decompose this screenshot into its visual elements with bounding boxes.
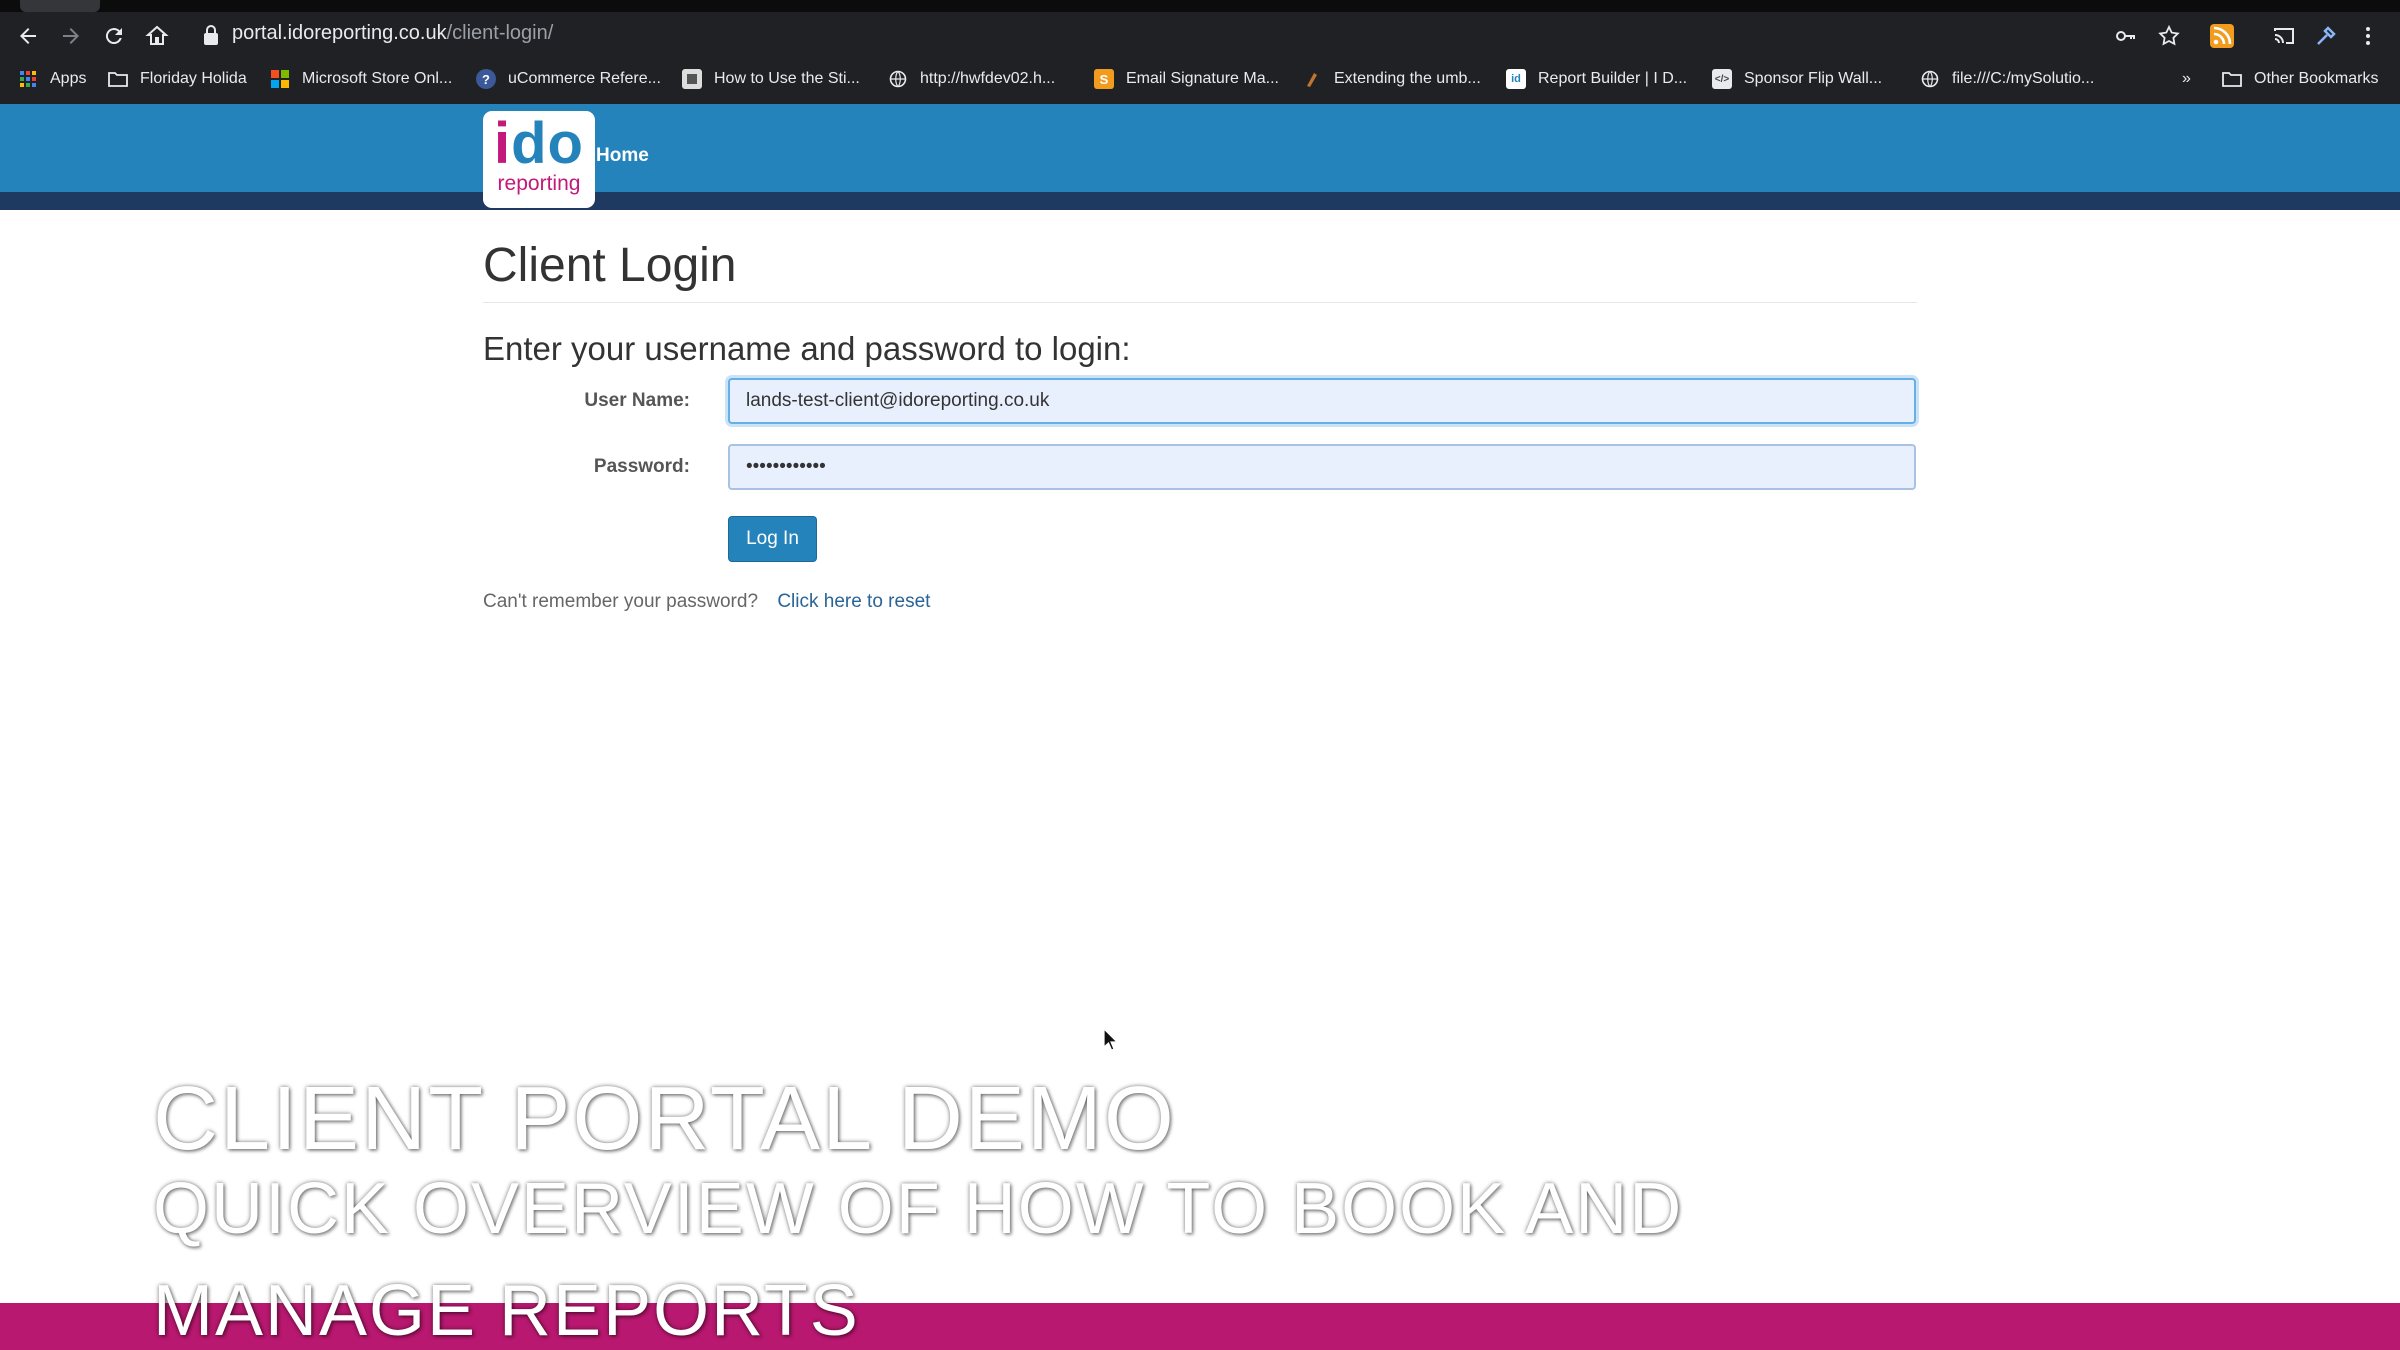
bookmark-item[interactable]: file:///C:/mySolutio... — [1920, 66, 2094, 92]
bookmark-item[interactable]: http://hwfdev02.h... — [888, 66, 1055, 92]
back-button[interactable] — [12, 20, 44, 52]
code-icon: </> — [1712, 69, 1732, 89]
bookmark-label: file:///C:/mySolutio... — [1952, 70, 2095, 87]
title-divider — [483, 302, 1917, 303]
logo-wordmark: ido — [483, 115, 595, 173]
other-bookmarks[interactable]: Other Bookmarks — [2222, 66, 2378, 92]
home-button[interactable] — [141, 20, 173, 52]
bookmark-item[interactable]: Extending the umb... — [1302, 66, 1481, 92]
rss-extension-button[interactable] — [2210, 20, 2234, 52]
tab-strip — [0, 0, 2400, 12]
umbraco-icon — [1302, 69, 1322, 89]
arrow-left-icon — [20, 28, 36, 44]
eyedropper-icon — [2317, 26, 2336, 45]
active-tab[interactable] — [20, 0, 100, 12]
page-title: Client Login — [483, 239, 737, 292]
log-in-button[interactable]: Log In — [728, 516, 817, 562]
ucommerce-icon: ? — [476, 69, 496, 89]
bookmark-label: uCommerce Refere... — [508, 70, 661, 87]
ido-icon: id — [1506, 69, 1526, 89]
overlay-subtitle: QUICK OVERVIEW OF HOW TO BOOK AND MANAGE… — [153, 1169, 1684, 1350]
bookmark-item[interactable]: How to Use the Sti... — [682, 66, 860, 92]
bookmark-label: How to Use the Sti... — [714, 70, 860, 87]
logo-do: do — [511, 111, 584, 176]
bookmark-item[interactable]: ? uCommerce Refere... — [476, 66, 661, 92]
site-header — [0, 104, 2400, 192]
bookmark-label: Microsoft Store Onl... — [302, 70, 453, 87]
folder-icon — [108, 69, 128, 89]
bookmarks-bar: Apps Floriday Holida Microsoft Store Onl… — [0, 62, 2400, 94]
password-field[interactable]: •••••••••••• — [728, 444, 1916, 490]
key-icon — [2116, 31, 2135, 41]
bookmark-label: Report Builder | I D... — [1538, 70, 1688, 87]
browser-chrome: portal.idoreporting.co.uk/client-login/ … — [0, 0, 2400, 104]
cast-button[interactable] — [2272, 20, 2296, 52]
bookmark-apps[interactable]: Apps — [18, 66, 86, 92]
cast-icon — [2274, 28, 2294, 44]
logo-subtitle: reporting — [497, 172, 581, 195]
reset-password-link[interactable]: Click here to reset — [777, 591, 930, 612]
bookmark-item[interactable]: </> Sponsor Flip Wall... — [1712, 66, 1882, 92]
globe-icon — [1920, 69, 1940, 89]
bookmark-label: Email Signature Ma... — [1126, 70, 1279, 87]
s-icon: S — [1094, 69, 1114, 89]
page-icon — [682, 69, 702, 89]
bookmark-label: Floriday Holida — [140, 70, 247, 87]
bookmarks-overflow-button[interactable]: » — [2182, 66, 2191, 92]
apps-grid-icon — [18, 69, 38, 89]
nav-home-link[interactable]: Home — [596, 145, 649, 167]
forward-button[interactable] — [55, 20, 87, 52]
bookmark-label: Sponsor Flip Wall... — [1744, 70, 1883, 87]
url-host: portal.idoreporting.co.uk — [232, 22, 447, 44]
overlay-title: CLIENT PORTAL DEMO — [153, 1069, 1176, 1169]
browser-menu-button[interactable] — [2356, 20, 2380, 52]
username-field[interactable]: lands-test-client@idoreporting.co.uk — [728, 378, 1916, 424]
password-reset-row: Can't remember your password? Click here… — [483, 591, 930, 613]
globe-icon — [888, 69, 908, 89]
password-label: Password: — [593, 456, 690, 477]
password-key-button[interactable] — [2114, 20, 2138, 52]
ido-reporting-logo[interactable]: ido reporting — [483, 111, 595, 208]
kebab-menu-icon — [2366, 27, 2370, 45]
home-icon — [145, 25, 169, 45]
bookmark-star-button[interactable] — [2157, 20, 2181, 52]
extension-button[interactable] — [2314, 20, 2338, 52]
username-label: User Name: — [584, 390, 690, 411]
username-value: lands-test-client@idoreporting.co.uk — [746, 390, 1050, 411]
mouse-cursor-icon — [1103, 1028, 1119, 1051]
microsoft-icon — [270, 69, 290, 89]
rss-icon — [2210, 24, 2234, 48]
reset-prompt: Can't remember your password? — [483, 591, 759, 612]
bookmark-item[interactable]: S Email Signature Ma... — [1094, 66, 1279, 92]
lock-icon — [204, 25, 218, 45]
star-icon — [2158, 24, 2180, 46]
bookmark-label: http://hwfdev02.h... — [920, 70, 1056, 87]
folder-icon — [2222, 69, 2242, 89]
header-strip — [0, 192, 2400, 210]
bookmark-item[interactable]: Floriday Holida — [108, 66, 247, 92]
reload-button[interactable] — [98, 20, 130, 52]
overflow-label: » — [2182, 70, 2191, 87]
logo-i: i — [494, 111, 512, 176]
reload-icon — [105, 28, 122, 45]
bookmark-item[interactable]: id Report Builder | I D... — [1506, 66, 1687, 92]
arrow-right-icon — [63, 28, 79, 44]
login-subheading: Enter your username and password to logi… — [483, 330, 1131, 367]
address-bar[interactable]: portal.idoreporting.co.uk/client-login/ — [232, 22, 553, 45]
bookmark-label: Extending the umb... — [1334, 70, 1481, 87]
other-bookmarks-label: Other Bookmarks — [2254, 70, 2379, 87]
password-value: •••••••••••• — [746, 456, 826, 477]
bookmark-label: Apps — [50, 70, 87, 87]
bookmark-item[interactable]: Microsoft Store Onl... — [270, 66, 452, 92]
url-path: /client-login/ — [446, 22, 554, 44]
